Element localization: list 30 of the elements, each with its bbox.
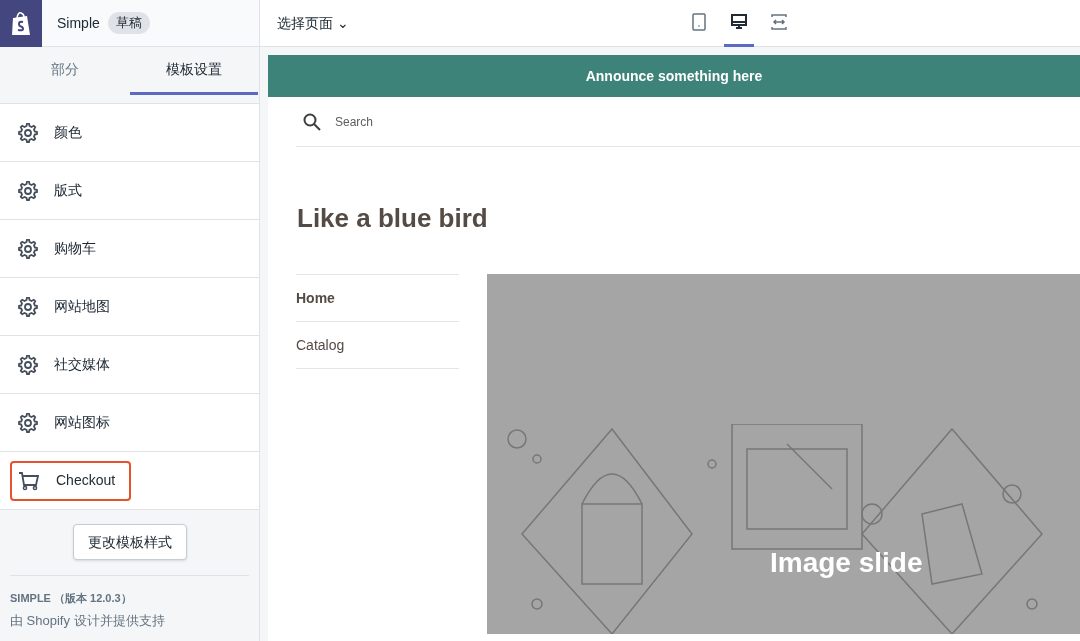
change-theme-button[interactable]: 更改模板样式 bbox=[72, 524, 187, 560]
gear-icon bbox=[18, 122, 38, 143]
settings-item[interactable]: 购物车 bbox=[10, 228, 112, 269]
gear-icon bbox=[18, 354, 38, 375]
search-icon bbox=[303, 112, 321, 131]
settings-item[interactable]: 颜色 bbox=[10, 112, 98, 153]
sidebar-tab[interactable]: 部分 bbox=[1, 47, 130, 95]
status-badge: 草稿 bbox=[107, 12, 150, 34]
shopify-logo-icon[interactable] bbox=[0, 0, 42, 47]
gear-icon bbox=[18, 180, 38, 201]
slide-caption: Image slide bbox=[770, 546, 923, 580]
search-field[interactable]: Search bbox=[335, 112, 374, 131]
sidebar-tab[interactable]: 模板设置 bbox=[129, 47, 258, 95]
store-title: Like a blue bird bbox=[297, 202, 489, 235]
settings-item[interactable]: Checkout bbox=[10, 460, 132, 501]
gear-icon bbox=[18, 412, 38, 433]
cart-icon bbox=[18, 470, 40, 491]
settings-item[interactable]: 版式 bbox=[10, 170, 98, 211]
page-select-dropdown[interactable]: 选择页面 ⌄ bbox=[277, 12, 349, 34]
gear-icon bbox=[18, 238, 38, 259]
theme-version-text: SIMPLE （版本 12.0.3） bbox=[10, 591, 133, 606]
gear-icon bbox=[18, 296, 38, 317]
settings-item[interactable]: 网站图标 bbox=[10, 402, 126, 443]
theme-name: Simple bbox=[57, 13, 100, 33]
theme-credit-text: 由 Shopify 设计并提供支持 bbox=[10, 611, 166, 630]
nav-link[interactable]: Catalog bbox=[296, 334, 345, 356]
settings-item[interactable]: 网站地图 bbox=[10, 286, 126, 327]
settings-item[interactable]: 社交媒体 bbox=[10, 344, 126, 385]
announcement-bar: Announce something here bbox=[268, 55, 1080, 97]
nav-link[interactable]: Home bbox=[296, 287, 335, 309]
